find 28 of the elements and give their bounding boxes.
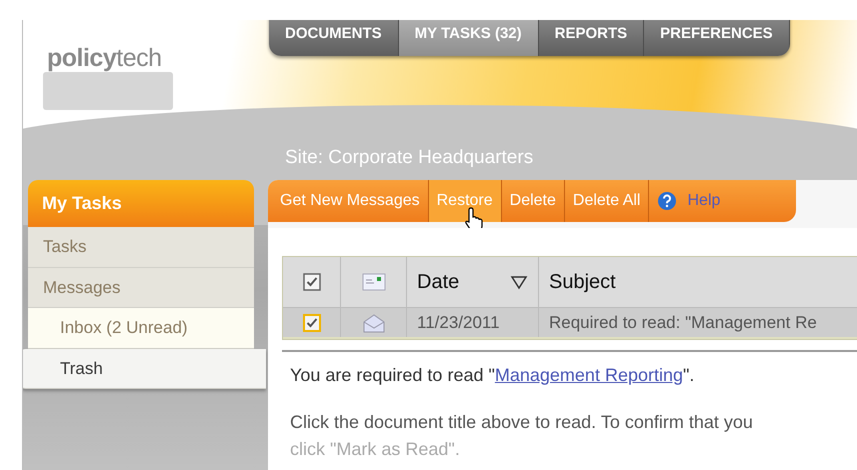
sidebar-item[interactable]: Tasks xyxy=(28,227,254,268)
nav-tab[interactable]: REPORTS xyxy=(538,20,644,56)
sidebar-title: My Tasks xyxy=(28,180,254,227)
checkbox[interactable] xyxy=(302,273,320,291)
sidebar-item[interactable]: Trash xyxy=(23,348,266,389)
toolbar-button[interactable]: Delete All xyxy=(564,180,650,222)
help-link[interactable]: Help xyxy=(649,180,728,222)
envelope-stamp-icon xyxy=(362,272,386,292)
nav-tab[interactable]: PREFERENCES xyxy=(644,20,790,56)
column-header[interactable]: Subject xyxy=(549,271,616,293)
toolbar-button[interactable]: Delete xyxy=(502,180,565,222)
table-cell: Required to read: "Management Re xyxy=(549,312,817,332)
message-text: click "Mark as Read". xyxy=(290,438,461,461)
nav-tab[interactable]: DOCUMENTS xyxy=(269,20,399,56)
logo: policytech xyxy=(47,43,162,74)
nav-tab[interactable]: MY TASKS (32) xyxy=(398,20,539,56)
site-label: Site: Corporate Headquarters xyxy=(285,146,534,170)
message-text: You are required to read "Management Reporting". xyxy=(290,364,696,387)
checkbox[interactable] xyxy=(302,314,320,332)
document-link[interactable]: Management Reporting xyxy=(494,365,683,385)
sort-descending-icon xyxy=(510,274,528,290)
open-envelope-icon xyxy=(362,312,386,332)
sidebar-item[interactable]: Messages xyxy=(28,268,254,308)
sidebar-item[interactable]: Inbox (2 Unread) xyxy=(28,308,254,348)
help-icon xyxy=(657,191,678,211)
table-cell-text: 11/23/2011 xyxy=(417,312,500,334)
message-text: Click the document title above to read. To confirm that you xyxy=(290,411,754,434)
column-header[interactable]: Date xyxy=(417,267,460,297)
